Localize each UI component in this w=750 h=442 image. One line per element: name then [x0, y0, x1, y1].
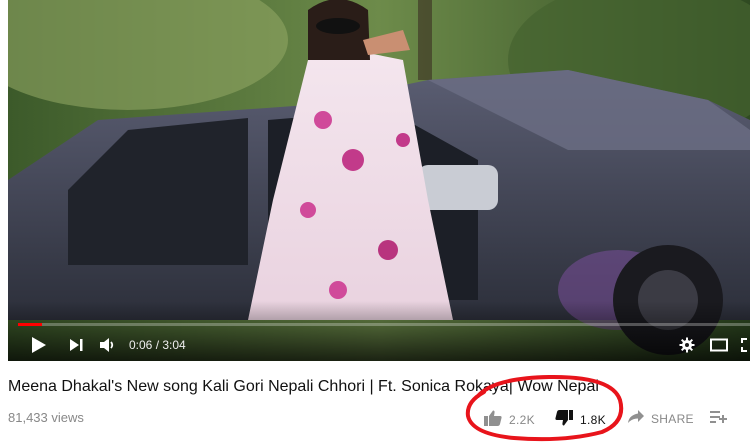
share-label: SHARE	[651, 411, 694, 426]
dislike-button[interactable]: 1.8K	[555, 410, 606, 429]
play-icon	[30, 335, 48, 355]
like-count: 2.2K	[509, 412, 535, 427]
view-count: 81,433 views	[8, 410, 84, 425]
time-display: 0:06 / 3:04	[129, 333, 186, 357]
next-button[interactable]	[68, 333, 84, 357]
fullscreen-icon	[741, 338, 750, 352]
progress-played	[18, 323, 43, 326]
volume-icon	[99, 337, 117, 353]
share-arrow-icon	[628, 410, 644, 427]
thumbs-up-icon	[484, 410, 502, 429]
like-button[interactable]: 2.2K	[484, 410, 535, 429]
time-separator: /	[152, 338, 163, 352]
share-button[interactable]: SHARE	[628, 410, 694, 427]
next-icon	[68, 337, 84, 353]
current-time: 0:06	[129, 338, 153, 352]
dislike-count: 1.8K	[580, 412, 606, 427]
video-title: Meena Dhakal's New song Kali Gori Nepali…	[8, 378, 599, 395]
volume-button[interactable]	[99, 333, 117, 357]
fullscreen-button[interactable]	[741, 333, 750, 357]
thumbs-down-icon	[555, 410, 573, 429]
play-button[interactable]	[30, 333, 48, 357]
gear-icon	[679, 337, 695, 353]
add-to-playlist-icon	[710, 410, 728, 427]
controls-gradient	[8, 301, 750, 361]
theater-mode-button[interactable]	[710, 333, 728, 357]
duration: 3:04	[162, 338, 186, 352]
add-to-playlist-button[interactable]	[710, 410, 728, 427]
progress-bar[interactable]	[18, 323, 750, 326]
video-player[interactable]: 0:06 / 3:04	[8, 0, 750, 361]
theater-icon	[710, 338, 728, 352]
settings-button[interactable]	[679, 333, 695, 357]
